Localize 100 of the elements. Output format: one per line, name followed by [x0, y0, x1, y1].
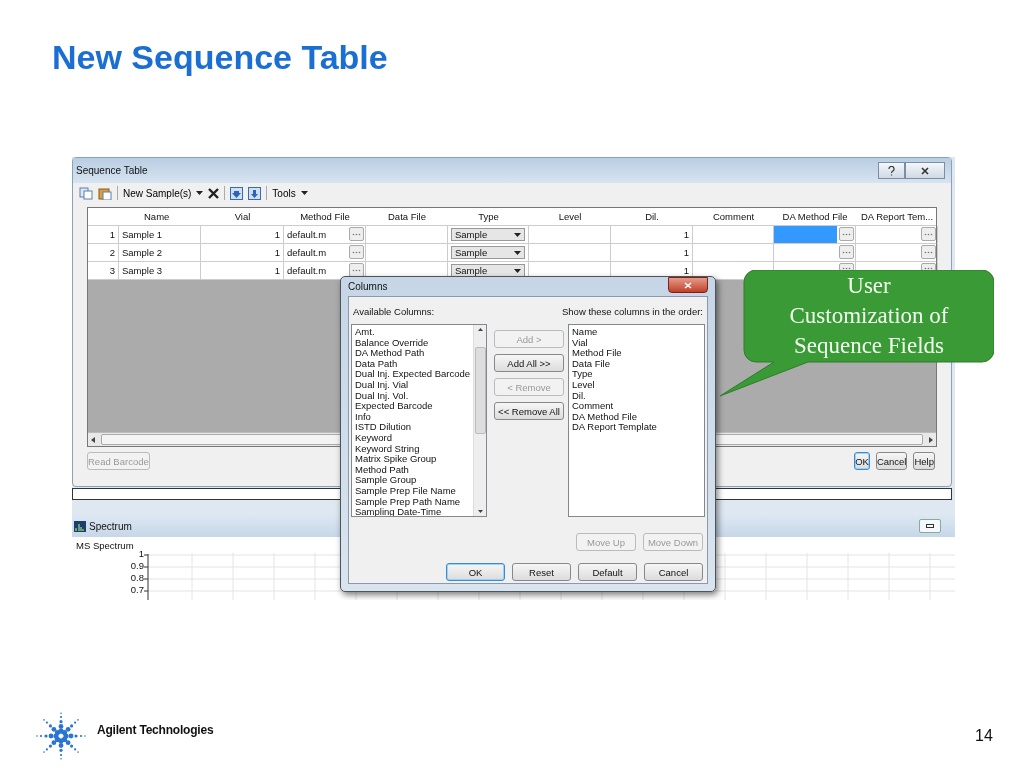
- table-cell: 1: [201, 226, 284, 243]
- table-cell: 1: [611, 244, 693, 261]
- column-header[interactable]: Data File: [366, 208, 448, 225]
- list-item[interactable]: Keyword String: [355, 443, 470, 455]
- starburst-logo: [33, 710, 89, 762]
- list-item[interactable]: Sample Prep Path Name: [355, 496, 470, 508]
- new-samples-button[interactable]: New Sample(s): [123, 187, 204, 199]
- column-header[interactable]: Vial: [201, 208, 284, 225]
- close-button[interactable]: [905, 162, 945, 179]
- list-item[interactable]: Comment: [572, 401, 701, 412]
- selected-cell[interactable]: [774, 226, 837, 243]
- row-number: 3: [88, 262, 119, 279]
- paste-icon[interactable]: [98, 186, 112, 200]
- list-item[interactable]: Balance Override: [355, 337, 470, 349]
- ellipsis-icon: [924, 267, 933, 270]
- close-button[interactable]: [668, 277, 708, 293]
- right-arrow-icon[interactable]: [929, 436, 933, 443]
- close-icon: [921, 166, 929, 175]
- down-arrow-icon[interactable]: [477, 510, 483, 513]
- list-item[interactable]: Type: [572, 369, 701, 380]
- available-columns-list[interactable]: [351, 324, 487, 517]
- caret-icon: [196, 191, 204, 195]
- column-header[interactable]: Level: [529, 208, 611, 225]
- dialog-button[interactable]: Reset: [512, 563, 571, 581]
- list-item[interactable]: Matrix Spike Group: [355, 454, 470, 465]
- list-item[interactable]: Method Path: [355, 464, 470, 476]
- table-cell: 1: [201, 244, 284, 261]
- list-item[interactable]: Name: [572, 327, 701, 338]
- row-number: 2: [88, 244, 119, 261]
- dialog-button[interactable]: Cancel: [644, 563, 703, 581]
- list-label: Available Columns:: [353, 306, 435, 317]
- table-cell: Sample 3: [119, 262, 201, 279]
- transfer-button[interactable]: Add All >>: [494, 354, 564, 372]
- type-dropdown[interactable]: Sample: [451, 228, 525, 241]
- list-item[interactable]: DA Method Path: [355, 348, 470, 359]
- column-header[interactable]: Type: [448, 208, 529, 225]
- table-cell: default.m: [287, 265, 327, 276]
- move-down-icon[interactable]: [230, 186, 244, 200]
- caret-icon: [514, 250, 521, 255]
- chart-title: MS Spectrum: [76, 540, 134, 551]
- transfer-button[interactable]: << Remove All: [494, 402, 564, 420]
- dialog-button[interactable]: Help: [913, 452, 935, 470]
- column-header[interactable]: Comment: [693, 208, 774, 225]
- list-item[interactable]: DA Method File: [572, 411, 701, 423]
- dialog-button[interactable]: OK: [854, 452, 870, 470]
- column-header[interactable]: Method File: [284, 208, 366, 225]
- list-item[interactable]: Method File: [572, 348, 701, 359]
- tick-label: 0.7: [130, 585, 144, 595]
- help-icon: [888, 165, 895, 176]
- list-item[interactable]: Data Path: [355, 358, 470, 370]
- caret-icon: [300, 191, 308, 195]
- row-number: 1: [88, 226, 119, 243]
- help-button[interactable]: [878, 162, 905, 179]
- list-item[interactable]: Amt.: [355, 327, 470, 338]
- browse-button[interactable]: [349, 263, 364, 277]
- minimize-icon: [926, 524, 934, 528]
- column-header[interactable]: DA Method File: [774, 208, 856, 225]
- ellipsis-icon: [842, 267, 851, 270]
- page-number: 14: [975, 727, 993, 745]
- dialog-button[interactable]: Default: [578, 563, 637, 581]
- list-item[interactable]: Keyword: [355, 432, 470, 444]
- column-header[interactable]: Name: [119, 208, 201, 225]
- list-item[interactable]: Dual Inj. Vol.: [355, 390, 470, 402]
- up-arrow-icon[interactable]: [477, 328, 483, 331]
- table-cell: Sample 1: [119, 226, 201, 243]
- close-icon: [684, 281, 692, 289]
- slide-title: New Sequence Table: [52, 38, 388, 77]
- table-cell: default.m: [287, 247, 327, 258]
- shown-columns-list[interactable]: Name Vial Method File Data File Type Level Dil. Comment DA Method File DA Report Template: [568, 324, 705, 517]
- list-item[interactable]: Dual Inj. Expected Barcode: [355, 369, 470, 380]
- column-header[interactable]: Dil.: [611, 208, 693, 225]
- list-item[interactable]: DA Report Template: [572, 422, 701, 433]
- delete-icon[interactable]: [208, 187, 220, 199]
- dialog-button[interactable]: OK: [446, 563, 505, 581]
- table-cell: Sample 2: [119, 244, 201, 261]
- list-item[interactable]: Info: [355, 411, 470, 423]
- window-title: Sequence Table: [76, 165, 149, 176]
- table-cell: 1: [201, 262, 284, 279]
- list-item[interactable]: Sample Group: [355, 475, 470, 486]
- move-down-icon[interactable]: [248, 186, 262, 200]
- list-item[interactable]: ISTD Dilution: [355, 422, 470, 433]
- left-arrow-icon[interactable]: [91, 436, 95, 443]
- vertical-scrollbar[interactable]: [473, 325, 486, 516]
- tools-menu[interactable]: Tools: [272, 187, 308, 199]
- list-item[interactable]: Dual Inj. Vial: [355, 379, 470, 391]
- list-item[interactable]: Expected Barcode: [355, 401, 470, 412]
- list-item[interactable]: Level: [572, 379, 701, 391]
- list-item[interactable]: Data File: [572, 358, 701, 370]
- list-item[interactable]: Dil.: [572, 390, 701, 402]
- type-dropdown[interactable]: Sample: [451, 246, 525, 259]
- list-item[interactable]: Vial: [572, 337, 701, 349]
- list-label: Show these columns in the order:: [562, 306, 703, 317]
- callout-text: User Customization of Sequence Fields: [788, 272, 950, 360]
- column-header[interactable]: DA Report Tem...: [856, 208, 938, 225]
- panel-title: Spectrum: [89, 520, 133, 532]
- tick-label: 0.9: [130, 561, 144, 571]
- dialog-button[interactable]: Cancel: [875, 452, 908, 470]
- minimize-button[interactable]: [919, 519, 941, 533]
- list-item[interactable]: Sample Prep File Name: [355, 485, 470, 497]
- copy-icon[interactable]: [79, 186, 93, 200]
